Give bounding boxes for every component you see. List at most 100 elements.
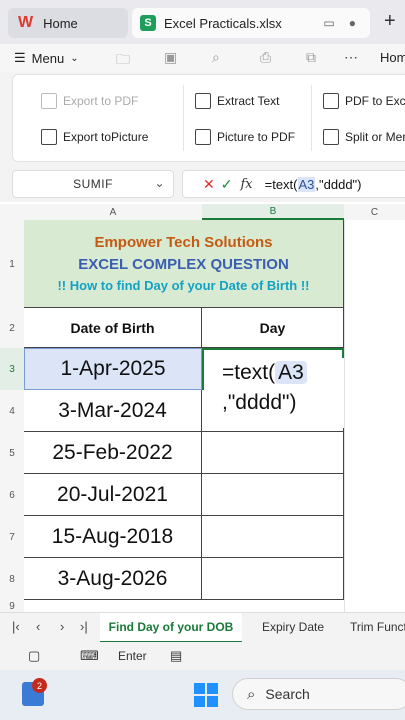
split-or-merge-label: Split or Mer [345, 130, 405, 144]
sheet-tabs-bar: |‹ ‹ › ›| Find Day of your DOB Expiry Da… [0, 612, 405, 643]
select-all-corner[interactable] [0, 204, 24, 220]
export-to-picture-label: Export toPicture [63, 130, 149, 144]
menu-label: Menu [31, 50, 65, 66]
dot-icon[interactable]: ● [349, 16, 356, 30]
day-cell[interactable] [202, 516, 344, 558]
split-or-merge-button[interactable]: Split or Mer [323, 129, 405, 145]
header-date-of-birth[interactable]: Date of Birth [24, 308, 202, 348]
name-box-value: SUMIF [73, 177, 113, 191]
pdf-to-excel-icon [323, 93, 339, 109]
banner-company: Empower Tech Solutions [94, 234, 273, 251]
date-cell[interactable]: 3-Aug-2026 [24, 558, 202, 600]
wps-logo-icon: W [18, 14, 34, 31]
save-icon[interactable]: ▣ [164, 49, 177, 66]
row-header[interactable]: 5 [0, 432, 24, 474]
tab-bar: W Home S Excel Practicals.xlsx ▭ ● + [0, 0, 405, 44]
picture-to-pdf-button[interactable]: Picture to PDF [195, 129, 295, 145]
tab-home-label: Home [43, 15, 78, 31]
hamburger-icon: ☰ [14, 50, 26, 65]
folder-icon[interactable]: 🗀 [116, 49, 130, 73]
column-header-c[interactable]: C [344, 204, 405, 220]
date-cell[interactable]: 20-Jul-2021 [24, 474, 202, 516]
cell-mode-icon[interactable]: ▢ [28, 648, 40, 664]
cancel-icon[interactable]: ✕ [203, 176, 215, 193]
sheet-tab-find-day[interactable]: Find Day of your DOB [100, 613, 242, 643]
print-icon[interactable]: ⎙ [260, 49, 271, 66]
ribbon-divider [183, 85, 184, 151]
formula-bar: SUMIF ⌄ ✕ ✓ fx =text(A3,"dddd") [0, 166, 405, 202]
row-header[interactable]: 9 [0, 600, 24, 612]
row-header[interactable]: 1 [0, 220, 24, 308]
layout-icon[interactable]: ▤ [170, 648, 182, 664]
sheet-tab-expiry-date[interactable]: Expiry Date [262, 620, 324, 634]
prev-sheet-icon[interactable]: ‹ [36, 619, 40, 634]
search-icon: ⌕ [247, 685, 256, 703]
day-cell[interactable] [202, 432, 344, 474]
windows-start-icon[interactable] [194, 683, 218, 707]
picture-export-icon [41, 129, 57, 145]
last-sheet-icon[interactable]: ›| [80, 619, 88, 634]
spreadsheet-grid: A B C 1 2 3 4 5 6 7 8 9 Empower Tech Sol… [0, 202, 405, 612]
day-cell[interactable] [202, 474, 344, 516]
banner-question: EXCEL COMPLEX QUESTION [78, 256, 289, 273]
column-c-area[interactable] [344, 220, 405, 612]
windows-taskbar: 2 ⌕ Search [0, 670, 405, 720]
export-to-picture-button[interactable]: Export toPicture [41, 129, 148, 145]
keyboard-icon[interactable]: ⌨ [80, 648, 99, 664]
menu-button[interactable]: ☰ Menu ⌄ [14, 50, 79, 66]
taskbar-search[interactable]: ⌕ Search [232, 678, 405, 710]
picture-to-pdf-icon [195, 129, 211, 145]
chevron-down-icon[interactable]: ⌄ [154, 176, 165, 190]
pdf-to-excel-label: PDF to Exce [345, 94, 405, 108]
export-to-pdf-label: Export to PDF [63, 94, 139, 108]
date-cell[interactable]: 25-Feb-2022 [24, 432, 202, 474]
first-sheet-icon[interactable]: |‹ [12, 619, 20, 634]
export-to-pdf-button[interactable]: Export to PDF [41, 93, 138, 109]
spreadsheet-logo-icon: S [140, 15, 156, 31]
row-header[interactable]: 3 [0, 348, 24, 390]
monitor-icon[interactable]: ▭ [323, 16, 334, 30]
extract-text-label: Extract Text [217, 94, 280, 108]
picture-to-pdf-label: Picture to PDF [217, 130, 296, 144]
new-tab-plus-icon[interactable]: + [384, 10, 396, 33]
pdf-export-icon [41, 93, 57, 109]
day-cell[interactable] [202, 558, 344, 600]
extract-text-icon [195, 93, 211, 109]
extract-text-button[interactable]: Extract Text [195, 93, 279, 109]
bottom-toolbar: ▢ ⌨ Enter ▤ [0, 642, 405, 670]
formula-input[interactable]: ✕ ✓ fx =text(A3,"dddd") [182, 170, 405, 198]
home-menu-tab[interactable]: Hom [380, 50, 405, 65]
editing-formula-text: =text(A3 ,"dddd") [204, 358, 344, 428]
column-header-b[interactable]: B [202, 204, 344, 220]
confirm-check-icon[interactable]: ✓ [221, 176, 233, 193]
pdf-to-excel-button[interactable]: PDF to Exce [323, 93, 405, 109]
date-cell[interactable]: 15-Aug-2018 [24, 516, 202, 558]
format-painter-icon[interactable]: ⌕ [212, 49, 220, 66]
split-merge-icon [323, 129, 339, 145]
search-label: Search [265, 686, 310, 702]
sheet-tab-trim-function[interactable]: Trim Functi [350, 620, 405, 634]
next-sheet-icon[interactable]: › [60, 619, 64, 634]
row-header[interactable]: 6 [0, 474, 24, 516]
row-header[interactable]: 8 [0, 558, 24, 600]
tab-home[interactable]: W Home [8, 8, 128, 38]
header-day[interactable]: Day [202, 308, 344, 348]
editing-cell-reference: A3 [275, 361, 307, 384]
print-preview-icon[interactable]: ⧉ [306, 49, 316, 66]
tab-file-label: Excel Practicals.xlsx [164, 15, 282, 31]
date-cell[interactable]: 3-Mar-2024 [24, 390, 202, 432]
row-header[interactable]: 2 [0, 308, 24, 348]
banner-subtitle: !! How to find Day of your Date of Birth… [57, 278, 310, 293]
banner-cell[interactable]: Empower Tech Solutions EXCEL COMPLEX QUE… [24, 220, 344, 308]
tab-excel-file[interactable]: S Excel Practicals.xlsx ▭ ● [132, 8, 370, 38]
chevron-down-icon: ⌄ [70, 52, 79, 64]
more-icon[interactable]: ⋯ [344, 49, 358, 66]
notification-badge: 2 [32, 678, 47, 693]
row-header[interactable]: 7 [0, 516, 24, 558]
column-header-a[interactable]: A [24, 204, 202, 220]
row-header[interactable]: 4 [0, 390, 24, 432]
enter-mode-label: Enter [118, 649, 147, 663]
date-cell[interactable]: 1-Apr-2025 [24, 348, 202, 390]
fx-icon[interactable]: fx [240, 177, 252, 192]
name-box[interactable]: SUMIF ⌄ [12, 170, 174, 198]
